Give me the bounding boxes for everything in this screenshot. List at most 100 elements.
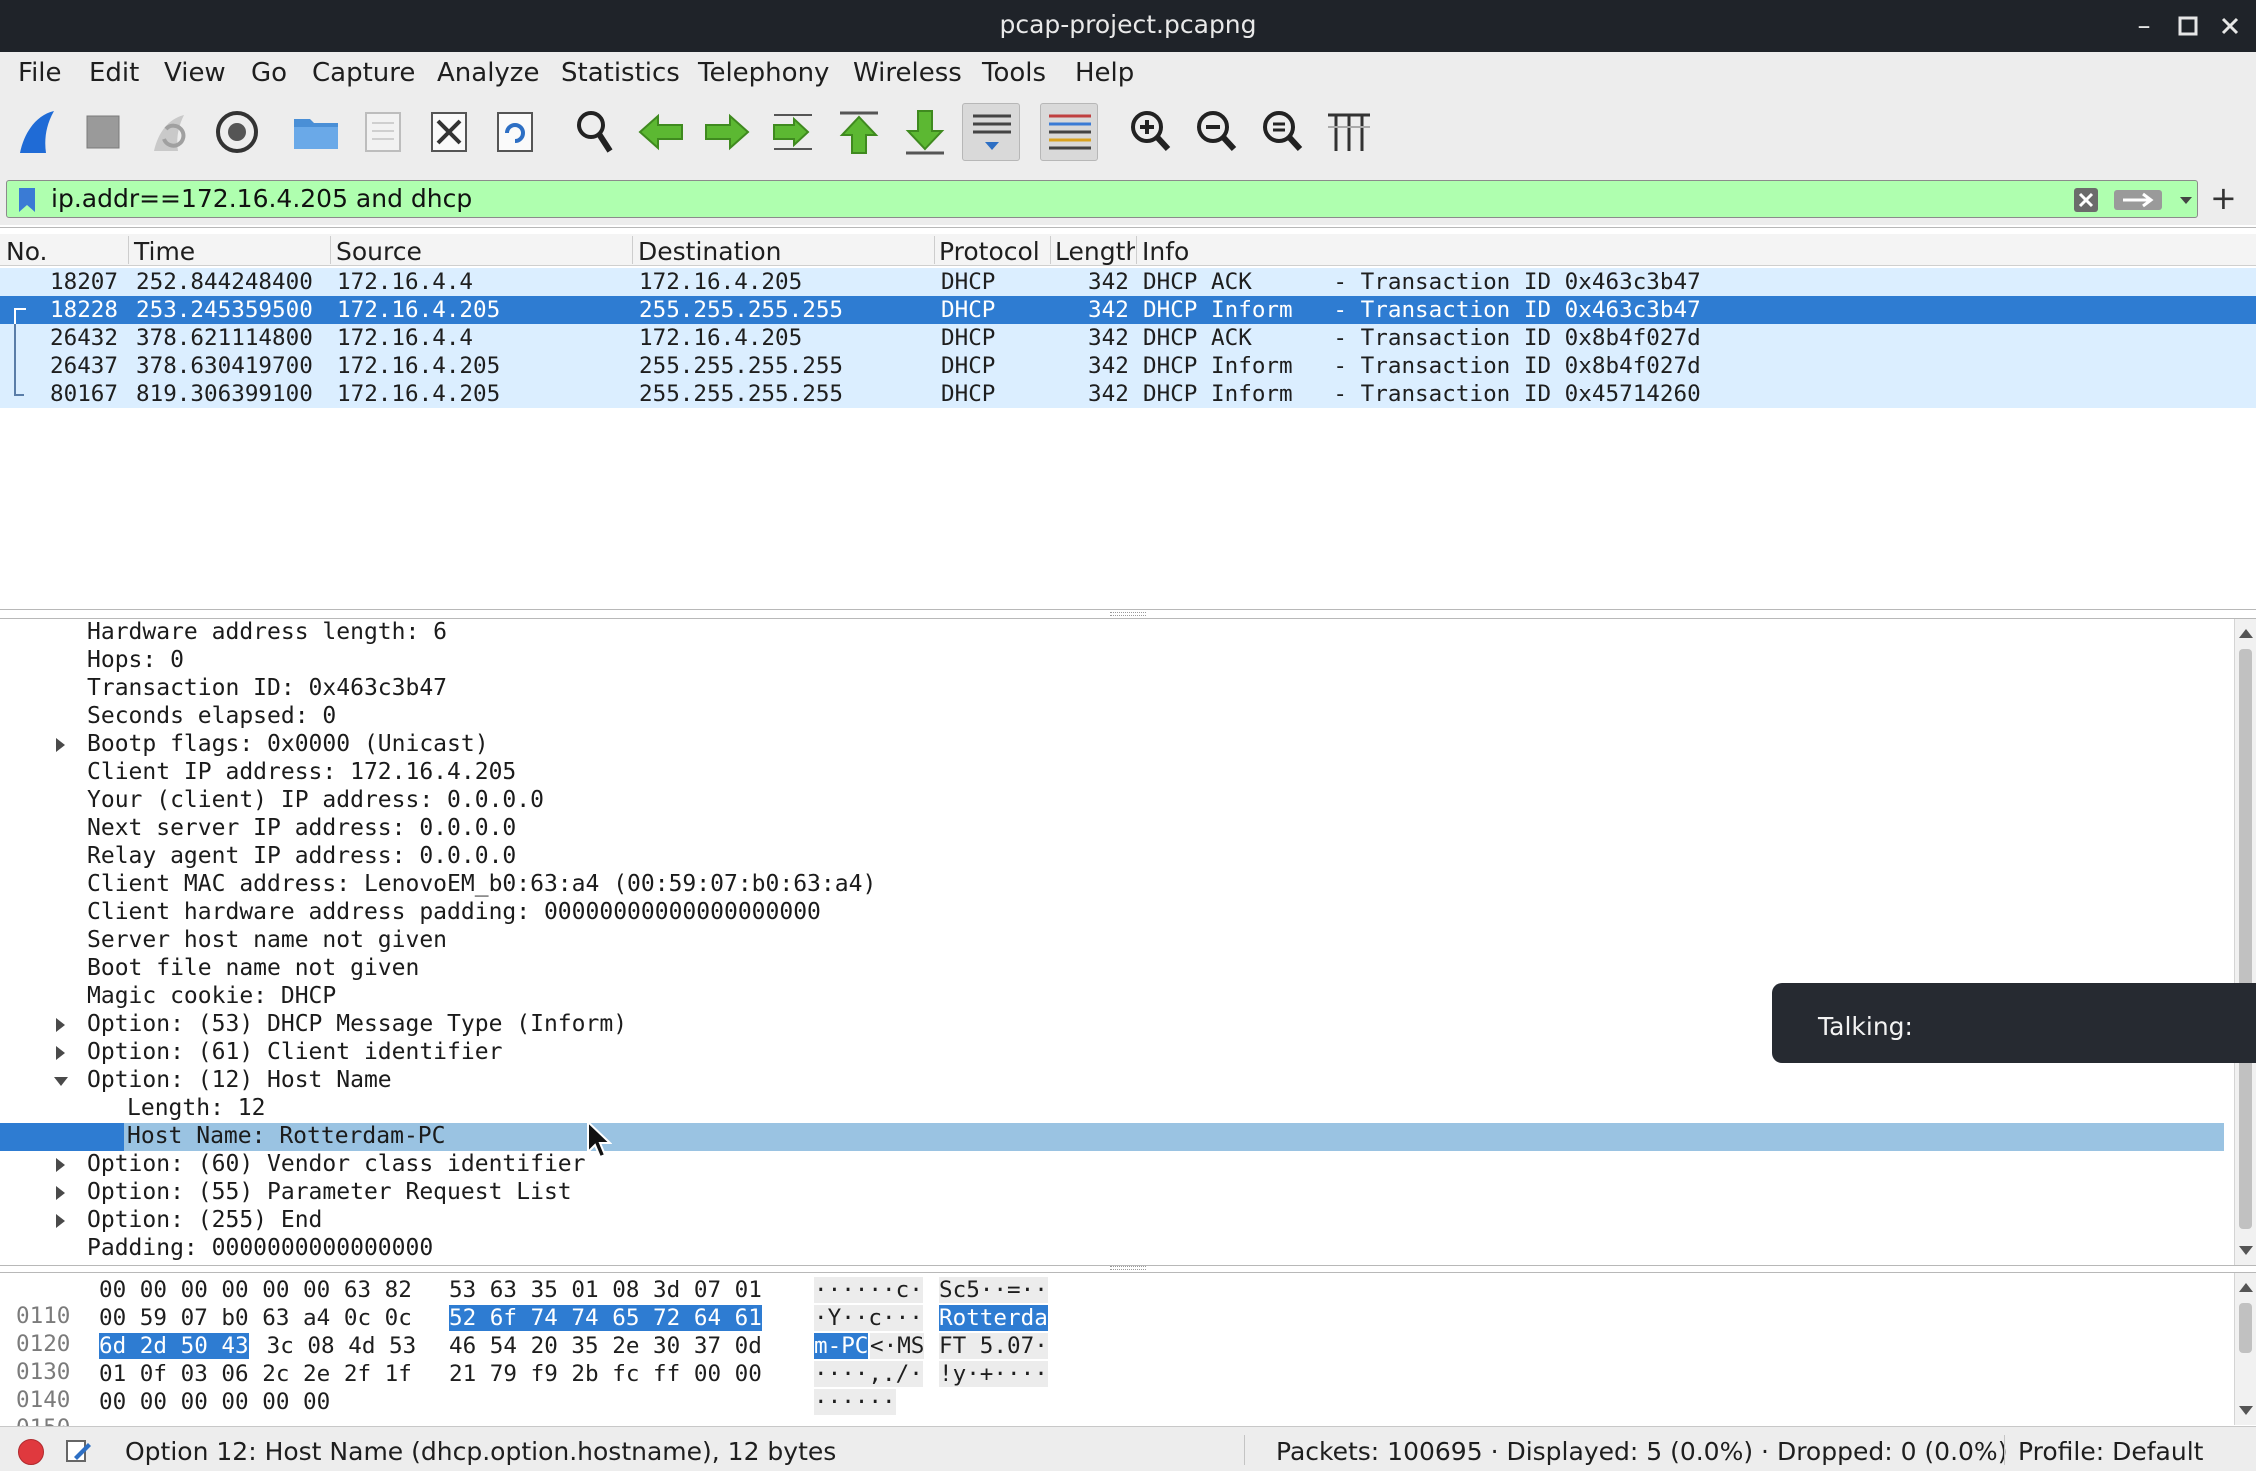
column-protocol[interactable]: Protocol <box>939 237 1040 266</box>
details-scrollbar[interactable] <box>2234 619 2256 1265</box>
zoom-in-icon[interactable] <box>1122 103 1180 161</box>
pane-splitter-handle[interactable] <box>1110 1266 1146 1270</box>
bookmark-icon[interactable] <box>17 187 37 213</box>
bytes-scrollbar[interactable] <box>2234 1273 2256 1425</box>
detail-line-option-55[interactable]: Option: (55) Parameter Request List <box>0 1179 2224 1207</box>
expand-arrow-icon[interactable] <box>56 1214 65 1228</box>
maximize-icon[interactable] <box>2168 6 2208 46</box>
detail-line[interactable]: Hardware address length: 6 <box>0 619 2224 647</box>
zoom-normal-icon[interactable] <box>1254 103 1312 161</box>
go-back-icon[interactable] <box>632 103 690 161</box>
column-destination[interactable]: Destination <box>638 237 781 266</box>
close-icon[interactable] <box>2210 6 2250 46</box>
detail-line-option-12[interactable]: Option: (12) Host Name <box>0 1067 2224 1095</box>
bytes-row[interactable]: 0140 01 0f 03 06 2c 2e 2f 1f 21 79 f9 2b… <box>0 1361 1100 1413</box>
menu-wireless[interactable]: Wireless <box>853 58 962 88</box>
menu-statistics[interactable]: Statistics <box>561 58 680 88</box>
add-filter-button-icon[interactable]: + <box>2210 179 2237 217</box>
detail-line[interactable]: Seconds elapsed: 0 <box>0 703 2224 731</box>
menu-analyze[interactable]: Analyze <box>437 58 539 88</box>
menu-tools[interactable]: Tools <box>982 58 1046 88</box>
detail-line[interactable]: Transaction ID: 0x463c3b47 <box>0 675 2224 703</box>
column-time[interactable]: Time <box>134 237 195 266</box>
restart-capture-icon[interactable] <box>140 103 198 161</box>
pane-splitter-handle[interactable] <box>1110 612 1146 616</box>
open-file-icon[interactable] <box>288 103 346 161</box>
menu-view[interactable]: View <box>164 58 226 88</box>
collapse-arrow-icon[interactable] <box>54 1077 68 1086</box>
detail-line-option-60[interactable]: Option: (60) Vendor class identifier <box>0 1151 2224 1179</box>
detail-line[interactable]: Next server IP address: 0.0.0.0 <box>0 815 2224 843</box>
column-info[interactable]: Info <box>1142 237 1189 266</box>
start-capture-icon[interactable] <box>10 103 68 161</box>
menu-go[interactable]: Go <box>251 58 287 88</box>
packet-no: 26432 <box>50 325 119 351</box>
expand-arrow-icon[interactable] <box>56 1018 65 1032</box>
detail-line[interactable]: Relay agent IP address: 0.0.0.0 <box>0 843 2224 871</box>
stop-capture-icon[interactable] <box>74 103 132 161</box>
packet-row[interactable]: 26432 378.621114800 172.16.4.4 172.16.4.… <box>0 324 2256 352</box>
detail-line[interactable]: Padding: 0000000000000000 <box>0 1235 2224 1263</box>
apply-filter-icon[interactable] <box>2113 189 2163 211</box>
go-to-packet-icon[interactable] <box>764 103 822 161</box>
column-length[interactable]: Length <box>1055 237 1135 265</box>
scroll-down-icon[interactable] <box>2239 1406 2253 1415</box>
column-no[interactable]: No. <box>6 237 48 266</box>
expand-arrow-icon[interactable] <box>56 1046 65 1060</box>
packet-row-selected[interactable]: 18228 253.245359500 172.16.4.205 255.255… <box>0 296 2256 324</box>
capture-options-icon[interactable] <box>208 103 266 161</box>
menu-telephony[interactable]: Telephony <box>698 58 829 88</box>
column-source[interactable]: Source <box>336 237 422 266</box>
menu-help[interactable]: Help <box>1075 58 1134 88</box>
auto-scroll-icon[interactable] <box>962 103 1020 161</box>
bytes-row[interactable]: 0130 6d 2d 50 43 3c 08 4d 53 46 54 20 35… <box>0 1333 1100 1385</box>
packet-row[interactable]: 26437 378.630419700 172.16.4.205 255.255… <box>0 352 2256 380</box>
minimize-icon[interactable]: – <box>2124 6 2164 46</box>
zoom-out-icon[interactable] <box>1188 103 1246 161</box>
detail-line[interactable]: Length: 12 <box>0 1095 2224 1123</box>
scroll-up-icon[interactable] <box>2239 629 2253 638</box>
go-first-packet-icon[interactable] <box>830 103 888 161</box>
scroll-up-icon[interactable] <box>2239 1283 2253 1292</box>
edit-comment-icon[interactable] <box>64 1437 92 1465</box>
find-packet-icon[interactable] <box>566 103 624 161</box>
filter-history-dropdown-icon[interactable] <box>2177 187 2195 213</box>
expand-arrow-icon[interactable] <box>56 1158 65 1172</box>
detail-line[interactable]: Client MAC address: LenovoEM_b0:63:a4 (0… <box>0 871 2224 899</box>
go-last-packet-icon[interactable] <box>896 103 954 161</box>
bytes-row[interactable]: 0150 00 00 00 00 00 00 ······ <box>0 1389 1100 1441</box>
profile-text[interactable]: Profile: Default <box>2018 1437 2203 1466</box>
filter-text[interactable]: ip.addr==172.16.4.205 and dhcp <box>51 184 472 213</box>
reload-file-icon[interactable] <box>486 103 544 161</box>
detail-line[interactable]: Client hardware address padding: 0000000… <box>0 899 2224 927</box>
packet-row[interactable]: 80167 819.306399100 172.16.4.205 255.255… <box>0 380 2256 408</box>
packet-row[interactable]: 18207 252.844248400 172.16.4.4 172.16.4.… <box>0 268 2256 296</box>
go-forward-icon[interactable] <box>698 103 756 161</box>
close-file-icon[interactable] <box>420 103 478 161</box>
menu-edit[interactable]: Edit <box>89 58 139 88</box>
detail-line[interactable]: Your (client) IP address: 0.0.0.0 <box>0 787 2224 815</box>
detail-line[interactable]: Hops: 0 <box>0 647 2224 675</box>
detail-line-bootp-flags[interactable]: Bootp flags: 0x0000 (Unicast) <box>0 731 2224 759</box>
detail-line[interactable]: Boot file name not given <box>0 955 2224 983</box>
bytes-row[interactable]: 0120 00 59 07 b0 63 a4 0c 0c 52 6f 74 74… <box>0 1305 1100 1357</box>
expand-arrow-icon[interactable] <box>56 1186 65 1200</box>
menu-capture[interactable]: Capture <box>312 58 415 88</box>
scroll-down-icon[interactable] <box>2239 1246 2253 1255</box>
detail-line-option-255[interactable]: Option: (255) End <box>0 1207 2224 1235</box>
scroll-thumb[interactable] <box>2239 649 2252 1229</box>
detail-line[interactable]: Server host name not given <box>0 927 2224 955</box>
detail-line-host-name-selected[interactable]: Host Name: Rotterdam-PC <box>0 1123 2224 1151</box>
colorize-icon[interactable] <box>1040 103 1098 161</box>
detail-line[interactable]: Client IP address: 172.16.4.205 <box>0 759 2224 787</box>
menu-file[interactable]: File <box>18 58 62 88</box>
save-file-icon[interactable] <box>354 103 412 161</box>
resize-columns-icon[interactable] <box>1320 103 1378 161</box>
bytes-row[interactable]: 0110 00 00 00 00 00 00 63 82 53 63 35 01… <box>0 1277 1100 1329</box>
capture-status-icon[interactable] <box>18 1439 44 1465</box>
display-filter-input[interactable]: ip.addr==172.16.4.205 and dhcp <box>6 180 2198 218</box>
scroll-thumb[interactable] <box>2239 1303 2252 1353</box>
clear-filter-icon[interactable] <box>2073 187 2099 213</box>
expand-arrow-icon[interactable] <box>56 738 65 752</box>
toast-text: Talking: <box>1818 1012 1913 1041</box>
